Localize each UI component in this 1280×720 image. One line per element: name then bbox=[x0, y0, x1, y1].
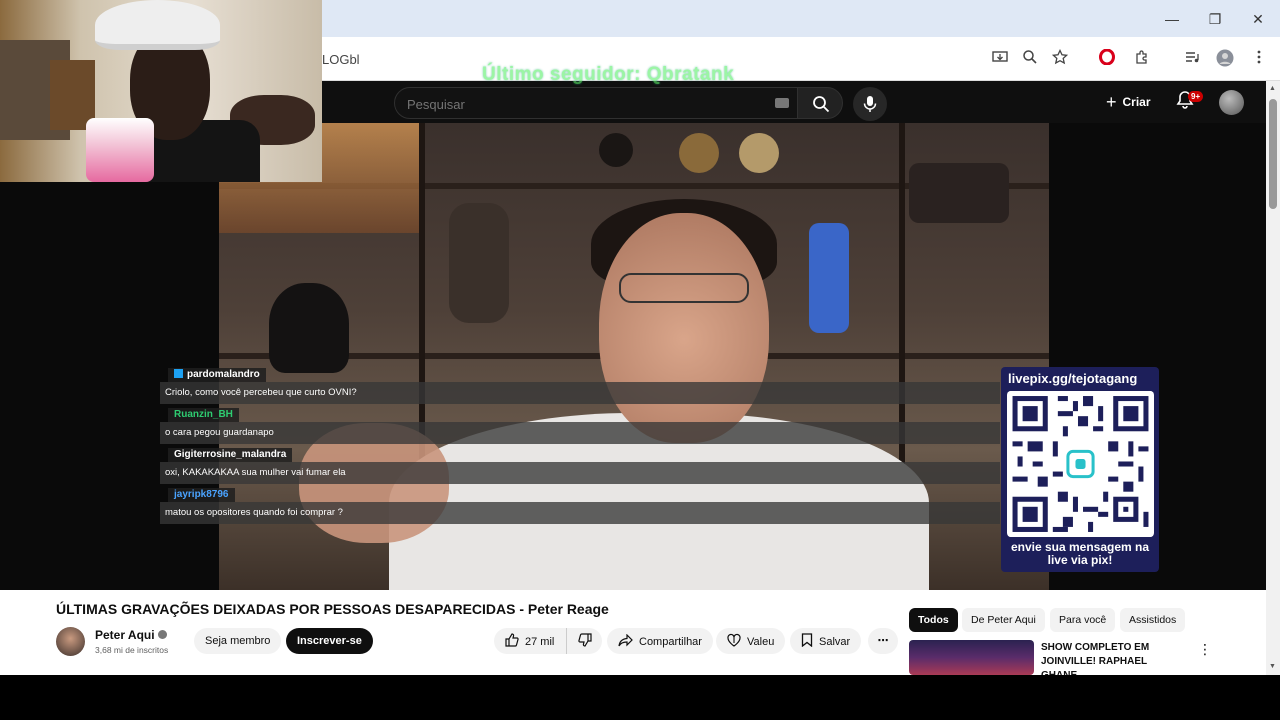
darth-vader-figure bbox=[269, 283, 349, 373]
chip-de-peter-aqui[interactable]: De Peter Aqui bbox=[962, 608, 1045, 632]
chat-username: pardomalandro bbox=[168, 368, 266, 382]
scrollbar-thumb[interactable] bbox=[1269, 99, 1277, 209]
scroll-up-arrow[interactable]: ▲ bbox=[1269, 85, 1276, 92]
channel-name[interactable]: Peter Aqui bbox=[95, 628, 167, 642]
thumbs-up-icon bbox=[505, 628, 519, 654]
address-bar[interactable]: LOGbl bbox=[322, 52, 360, 67]
recommendation-thumbnail[interactable] bbox=[909, 640, 1034, 675]
subscriber-count: 3,68 mi de inscritos bbox=[95, 645, 169, 655]
like-button[interactable]: 27 mil bbox=[494, 628, 566, 654]
opera-icon[interactable] bbox=[1097, 48, 1117, 69]
last-follower-overlay: Último seguidor: Qbratank bbox=[482, 64, 735, 85]
search-input[interactable] bbox=[407, 94, 747, 114]
recommendation-menu-icon[interactable]: ⋮ bbox=[1198, 641, 1212, 658]
livepix-cta: envie sua mensagem na live via pix! bbox=[1010, 540, 1150, 567]
webcam-overlay bbox=[0, 0, 322, 182]
chat-message: pardomalandro Criolo, como você percebeu… bbox=[160, 366, 1000, 406]
voice-search-button[interactable] bbox=[853, 87, 887, 121]
livepix-qr-card: livepix.gg/tejotagang envie sua mensagem… bbox=[1001, 367, 1159, 572]
close-button[interactable]: ✕ bbox=[1248, 9, 1268, 29]
account-avatar[interactable] bbox=[1219, 90, 1244, 115]
platform-icon bbox=[174, 369, 183, 378]
blue-figure bbox=[809, 223, 849, 333]
share-icon bbox=[618, 628, 633, 654]
qr-code-image bbox=[1007, 391, 1154, 537]
taskbar-area bbox=[0, 675, 1280, 720]
like-count: 27 mil bbox=[525, 636, 555, 648]
keyboard-icon[interactable] bbox=[775, 98, 789, 108]
restore-button[interactable]: ❐ bbox=[1205, 9, 1225, 29]
chip-todos[interactable]: Todos bbox=[909, 608, 958, 632]
chat-username: Gigiterrosine_malandra bbox=[168, 448, 293, 462]
thumbs-down-icon bbox=[578, 628, 592, 654]
ball-figure bbox=[739, 133, 779, 173]
zoom-icon[interactable] bbox=[1020, 49, 1040, 69]
thanks-button[interactable]: Valeu bbox=[716, 628, 786, 654]
chip-para-voce[interactable]: Para você bbox=[1050, 608, 1116, 632]
more-actions-button[interactable]: ⋯ bbox=[868, 628, 898, 654]
qr-code bbox=[1007, 391, 1154, 537]
plus-icon: + bbox=[1106, 92, 1117, 112]
chat-overlay: pardomalandro Criolo, como você percebeu… bbox=[160, 366, 1000, 526]
install-icon[interactable] bbox=[990, 49, 1010, 69]
chat-message: jayripk8796 matou os opositores quando f… bbox=[160, 486, 1000, 526]
search-box bbox=[394, 87, 798, 119]
webcam-cup bbox=[86, 118, 154, 182]
share-button[interactable]: Compartilhar bbox=[607, 628, 713, 654]
chat-text: oxi, KAKAKAKAA sua mulher vai fumar ela bbox=[160, 462, 1000, 484]
chat-username: Ruanzin_BH bbox=[168, 408, 239, 422]
channel-avatar[interactable] bbox=[56, 627, 85, 656]
chat-username: jayripk8796 bbox=[168, 488, 235, 502]
screen: — ❐ ✕ LOGbl Pesquisar + Criar 9+ ▲ ▼ Últ… bbox=[0, 0, 1280, 720]
extensions-icon[interactable] bbox=[1132, 49, 1152, 69]
chat-message: Ruanzin_BH o cara pegou guardanapo bbox=[160, 406, 1000, 446]
webcam-cap bbox=[95, 0, 220, 50]
menu-icon[interactable] bbox=[1249, 49, 1269, 69]
chat-text: o cara pegou guardanapo bbox=[160, 422, 1000, 444]
scroll-down-arrow[interactable]: ▼ bbox=[1269, 663, 1276, 670]
radio-object bbox=[909, 163, 1009, 223]
livepix-url: livepix.gg/tejotagang bbox=[1008, 371, 1138, 386]
chat-text: matou os opositores quando foi comprar ? bbox=[160, 502, 1000, 524]
chat-text: Criolo, como você percebeu que curto OVN… bbox=[160, 382, 1000, 404]
notification-badge: 9+ bbox=[1188, 91, 1204, 102]
join-button[interactable]: Seja membro bbox=[194, 628, 282, 654]
create-label: Criar bbox=[1122, 95, 1151, 109]
dislike-button[interactable] bbox=[566, 628, 602, 654]
helmet-figure bbox=[599, 133, 633, 167]
person-glasses bbox=[619, 273, 749, 303]
profile-icon[interactable] bbox=[1215, 49, 1235, 69]
subscribe-button[interactable]: Inscrever-se bbox=[286, 628, 373, 654]
microphone-icon bbox=[863, 96, 877, 112]
bookmark-icon bbox=[801, 628, 813, 654]
page-scrollbar[interactable]: ▲ ▼ bbox=[1266, 81, 1280, 675]
search-button[interactable] bbox=[797, 87, 843, 119]
chat-message: Gigiterrosine_malandra oxi, KAKAKAKAA su… bbox=[160, 446, 1000, 486]
statue-figure bbox=[449, 203, 509, 323]
video-title: ÚLTIMAS GRAVAÇÕES DEIXADAS POR PESSOAS D… bbox=[56, 601, 609, 617]
media-icon[interactable] bbox=[1182, 49, 1202, 69]
create-button[interactable]: + Criar bbox=[1106, 91, 1151, 113]
search-icon bbox=[813, 96, 830, 113]
heart-dollar-icon bbox=[727, 628, 741, 654]
chip-assistidos[interactable]: Assistidos bbox=[1120, 608, 1186, 632]
verified-icon bbox=[157, 630, 167, 639]
save-button[interactable]: Salvar bbox=[790, 628, 862, 654]
ball-figure bbox=[679, 133, 719, 173]
minimize-button[interactable]: — bbox=[1162, 9, 1182, 29]
video-info-panel: ÚLTIMAS GRAVAÇÕES DEIXADAS POR PESSOAS D… bbox=[0, 590, 1266, 681]
star-icon[interactable] bbox=[1050, 48, 1070, 69]
